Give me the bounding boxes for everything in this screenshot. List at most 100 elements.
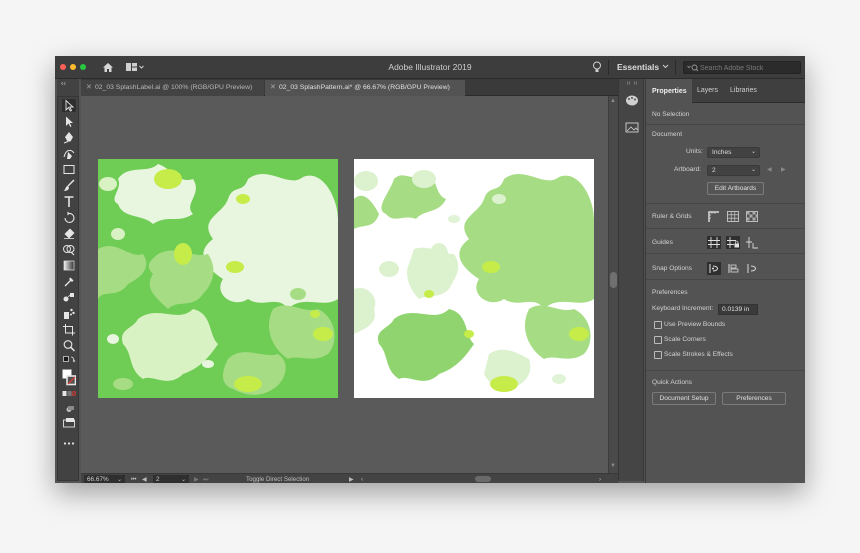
shape-builder-tool[interactable] bbox=[62, 243, 76, 256]
rectangle-tool[interactable] bbox=[62, 163, 76, 176]
horizontal-scroll-thumb[interactable] bbox=[475, 476, 491, 482]
previous-artboard-icon[interactable]: ◀ bbox=[767, 166, 772, 173]
screen-mode-icon bbox=[63, 418, 75, 428]
eraser-icon bbox=[64, 228, 75, 239]
image-panel-icon[interactable] bbox=[625, 122, 639, 133]
status-menu-arrow-icon[interactable]: ▶ bbox=[349, 475, 354, 483]
paintbrush-tool[interactable] bbox=[62, 179, 76, 192]
document-canvas[interactable] bbox=[81, 96, 608, 473]
tab-layers[interactable]: Layers bbox=[697, 87, 718, 94]
scale-strokes-effects-checkbox[interactable] bbox=[654, 351, 662, 359]
artboard-icon bbox=[63, 324, 75, 336]
color-mode-buttons[interactable] bbox=[62, 390, 77, 398]
toolbar-header[interactable] bbox=[57, 79, 79, 96]
chevron-down-icon[interactable] bbox=[662, 63, 669, 70]
scroll-right-icon[interactable]: › bbox=[599, 475, 601, 483]
swap-fill-stroke[interactable] bbox=[62, 355, 76, 368]
tab-properties[interactable]: Properties bbox=[646, 79, 692, 103]
workspace-switcher[interactable]: Essentials bbox=[617, 62, 659, 72]
scroll-left-icon[interactable]: ‹ bbox=[361, 475, 363, 483]
collapse-arrows-icon[interactable] bbox=[627, 81, 637, 85]
chevron-down-icon: ⌄ bbox=[750, 149, 756, 155]
transparency-grid-icon[interactable] bbox=[745, 210, 759, 223]
next-artboard-icon[interactable]: ▶ bbox=[194, 475, 199, 483]
ruler-grids-label: Ruler & Grids bbox=[652, 213, 692, 220]
artboard-1[interactable] bbox=[98, 159, 338, 398]
scale-corners-checkbox[interactable] bbox=[654, 336, 662, 344]
collapse-arrows-icon[interactable] bbox=[61, 81, 75, 86]
direct-selection-tool[interactable] bbox=[62, 115, 76, 128]
stock-search-box[interactable] bbox=[683, 61, 801, 74]
edit-toolbar[interactable] bbox=[62, 437, 76, 450]
scroll-down-icon[interactable]: ▼ bbox=[610, 463, 616, 469]
next-artboard-icon[interactable]: ▶ bbox=[781, 166, 786, 173]
rotate-tool[interactable] bbox=[62, 211, 76, 224]
eraser-tool[interactable] bbox=[62, 227, 76, 240]
color-palette-icon[interactable] bbox=[625, 95, 639, 106]
document-tab-splashpattern[interactable]: ✕ 02_03 SplashPattern.ai* @ 66.67% (RGB/… bbox=[265, 80, 465, 96]
snap-to-pixel-icon[interactable] bbox=[726, 262, 740, 275]
scroll-up-icon[interactable]: ▲ bbox=[610, 98, 616, 104]
document-tab-splashlabel[interactable]: ✕ 02_03 SplashLabel.ai @ 100% (RGB/GPU P… bbox=[81, 80, 264, 96]
curvature-tool[interactable] bbox=[62, 147, 76, 160]
snap-to-point-icon[interactable] bbox=[707, 262, 721, 275]
tab-libraries[interactable]: Libraries bbox=[730, 87, 757, 94]
splash-pattern-artwork-green[interactable] bbox=[98, 159, 338, 398]
chevron-down-icon[interactable]: ⌄ bbox=[181, 475, 186, 483]
gradient-tool[interactable] bbox=[62, 259, 76, 272]
use-preview-bounds-label: Use Preview Bounds bbox=[664, 321, 726, 328]
selection-arrow-icon bbox=[65, 99, 75, 112]
screen-mode[interactable] bbox=[62, 417, 76, 430]
splash-pattern-artwork-white[interactable] bbox=[354, 159, 594, 398]
grid-icon[interactable] bbox=[726, 210, 740, 223]
chevron-down-icon: ⌄ bbox=[750, 167, 756, 173]
selection-tool[interactable] bbox=[62, 99, 76, 112]
show-guides-icon[interactable] bbox=[707, 236, 721, 249]
zoom-tool[interactable] bbox=[62, 339, 76, 352]
snap-to-glyph-icon[interactable] bbox=[745, 262, 759, 275]
search-icon bbox=[687, 64, 699, 72]
eyedropper-tool[interactable] bbox=[62, 275, 76, 288]
section-divider bbox=[646, 228, 805, 229]
close-icon[interactable]: ✕ bbox=[270, 80, 276, 95]
lightbulb-icon[interactable] bbox=[592, 61, 602, 73]
first-artboard-icon[interactable]: ⏮ bbox=[131, 475, 137, 483]
close-icon[interactable]: ✕ bbox=[86, 80, 92, 95]
edit-artboards-button[interactable]: Edit Artboards bbox=[707, 182, 764, 195]
vertical-scrollbar[interactable]: ▲ ▼ bbox=[608, 96, 618, 473]
type-tool[interactable] bbox=[62, 195, 76, 208]
artboard-tool[interactable] bbox=[62, 323, 76, 336]
ruler-icon[interactable] bbox=[707, 210, 721, 223]
pen-tool[interactable] bbox=[62, 131, 76, 144]
lock-guides-icon[interactable] bbox=[726, 236, 740, 249]
shape-builder-icon bbox=[63, 245, 75, 256]
keyboard-increment-field[interactable]: 0.0139 in bbox=[718, 304, 758, 315]
preferences-heading: Preferences bbox=[652, 289, 688, 296]
document-setup-button[interactable]: Document Setup bbox=[652, 392, 716, 405]
smart-guides-icon[interactable] bbox=[745, 236, 759, 249]
draw-normal-icon bbox=[66, 406, 74, 412]
vertical-scroll-thumb[interactable] bbox=[610, 272, 617, 288]
symbol-sprayer-tool[interactable] bbox=[62, 307, 76, 320]
rotate-icon bbox=[64, 211, 75, 224]
stock-search-input[interactable] bbox=[700, 63, 798, 73]
chevron-down-icon[interactable]: ⌄ bbox=[117, 475, 122, 483]
units-select[interactable]: Inches ⌄ bbox=[707, 147, 760, 158]
blend-tool[interactable] bbox=[62, 291, 76, 304]
blend-icon bbox=[63, 293, 74, 302]
artboard-2[interactable] bbox=[354, 159, 594, 398]
previous-artboard-icon[interactable]: ◀ bbox=[142, 475, 147, 483]
fill-stroke-swatch[interactable] bbox=[62, 369, 77, 387]
artboard-label: Artboard: bbox=[674, 166, 702, 173]
pen-icon bbox=[63, 132, 73, 144]
snap-options-label: Snap Options bbox=[652, 265, 692, 272]
section-divider bbox=[646, 203, 805, 204]
type-icon bbox=[64, 196, 74, 207]
draw-mode[interactable] bbox=[62, 403, 76, 416]
tools-panel bbox=[57, 96, 79, 481]
artboard-select[interactable]: 2 ⌄ bbox=[707, 165, 760, 176]
last-artboard-icon[interactable]: ⏭ bbox=[203, 475, 209, 483]
preferences-button[interactable]: Preferences bbox=[722, 392, 786, 405]
guides-label: Guides bbox=[652, 239, 673, 246]
use-preview-bounds-checkbox[interactable] bbox=[654, 321, 662, 329]
